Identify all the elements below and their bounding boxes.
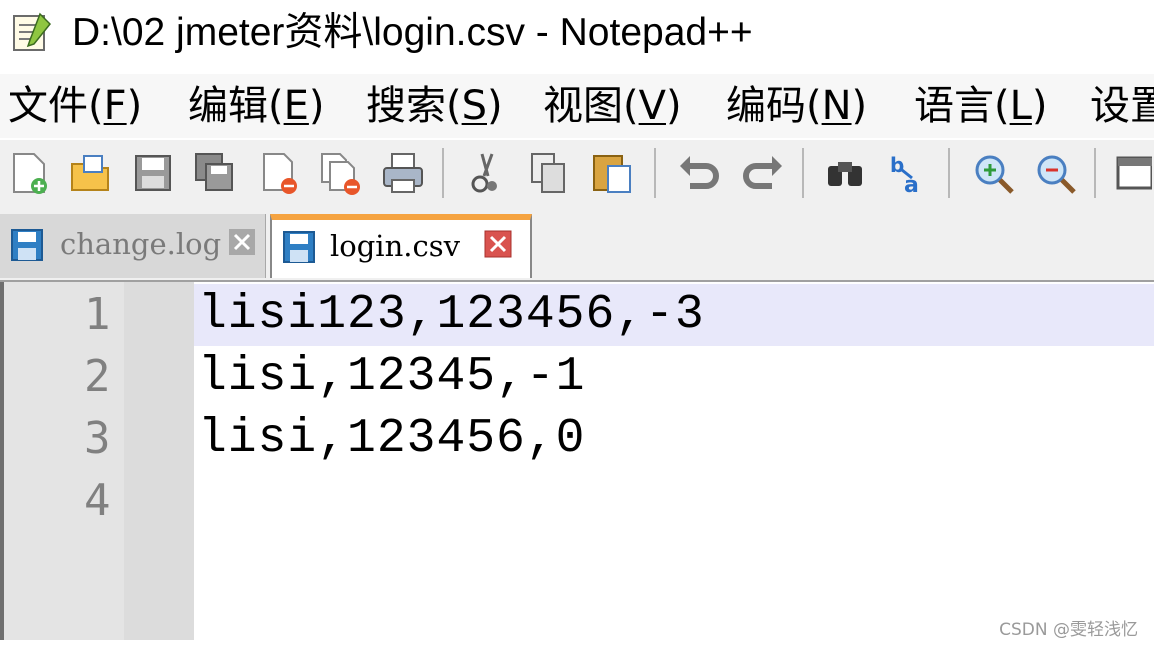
zoom-in-icon[interactable] bbox=[970, 150, 1016, 196]
menu-view[interactable]: 视图(V) bbox=[543, 80, 682, 132]
close-icon[interactable] bbox=[484, 230, 512, 258]
svg-text:b: b bbox=[890, 153, 904, 177]
close-icon[interactable] bbox=[228, 228, 256, 256]
notepad-icon bbox=[13, 12, 52, 51]
save-icon bbox=[11, 229, 43, 261]
open-file-icon[interactable] bbox=[68, 150, 114, 196]
toolbar-separator bbox=[1094, 148, 1096, 198]
fold-margin bbox=[124, 282, 194, 640]
line-number: 1 bbox=[84, 289, 111, 340]
line-number: 3 bbox=[84, 413, 111, 464]
close-all-icon[interactable] bbox=[318, 150, 364, 196]
new-file-icon[interactable] bbox=[6, 150, 52, 196]
toolbar-separator bbox=[654, 148, 656, 198]
tab-login-csv[interactable]: login.csv bbox=[270, 214, 532, 278]
menu-search[interactable]: 搜索(S) bbox=[366, 80, 503, 132]
toolbar-separator bbox=[948, 148, 950, 198]
save-icon[interactable] bbox=[130, 150, 176, 196]
menu-encoding[interactable]: 编码(N) bbox=[726, 80, 867, 132]
cut-icon[interactable] bbox=[462, 150, 508, 196]
sync-view-icon[interactable] bbox=[1112, 150, 1152, 196]
paste-icon[interactable] bbox=[590, 150, 636, 196]
code-line[interactable]: lisi,123456,0 bbox=[198, 408, 585, 470]
redo-icon[interactable] bbox=[740, 150, 786, 196]
undo-icon[interactable] bbox=[676, 150, 722, 196]
close-icon[interactable] bbox=[256, 150, 302, 196]
copy-icon[interactable] bbox=[526, 150, 572, 196]
code-line[interactable]: lisi,12345,-1 bbox=[198, 346, 585, 408]
toolbar-separator bbox=[802, 148, 804, 198]
find-icon[interactable] bbox=[822, 150, 868, 196]
window-title: D:\02 jmeter资料\login.csv - Notepad++ bbox=[72, 11, 753, 54]
tab-change-log[interactable]: change.log bbox=[0, 214, 266, 278]
menu-language[interactable]: 语言(L) bbox=[914, 80, 1048, 132]
tab-label: login.csv bbox=[330, 229, 460, 263]
save-all-icon[interactable] bbox=[192, 150, 238, 196]
menu-bar: 文件(F) 编辑(E) 搜索(S) 视图(V) 编码(N) 语言(L) 设置 bbox=[0, 74, 1154, 138]
line-number: 2 bbox=[84, 351, 111, 402]
menu-edit[interactable]: 编辑(E) bbox=[188, 80, 325, 132]
code-line[interactable]: lisi123,123456,-3 bbox=[198, 284, 705, 346]
zoom-out-icon[interactable] bbox=[1032, 150, 1078, 196]
menu-settings[interactable]: 设置 bbox=[1090, 80, 1154, 132]
tab-label: change.log bbox=[60, 227, 222, 261]
line-number: 4 bbox=[84, 475, 111, 526]
save-icon bbox=[283, 231, 315, 263]
replace-icon[interactable]: b a bbox=[886, 150, 932, 196]
watermark: CSDN @雯轻浅忆 bbox=[999, 620, 1138, 640]
toolbar-separator bbox=[442, 148, 444, 198]
title-bar: D:\02 jmeter资料\login.csv - Notepad++ bbox=[0, 0, 1154, 72]
menu-file[interactable]: 文件(F) bbox=[8, 80, 142, 132]
print-icon[interactable] bbox=[380, 150, 426, 196]
toolbar: b a bbox=[0, 140, 1154, 206]
tab-bar: change.log login.csv bbox=[0, 206, 1154, 282]
editor-area[interactable]: 1 2 3 4 lisi123,123456,-3 lisi,12345,-1 … bbox=[0, 282, 1154, 640]
